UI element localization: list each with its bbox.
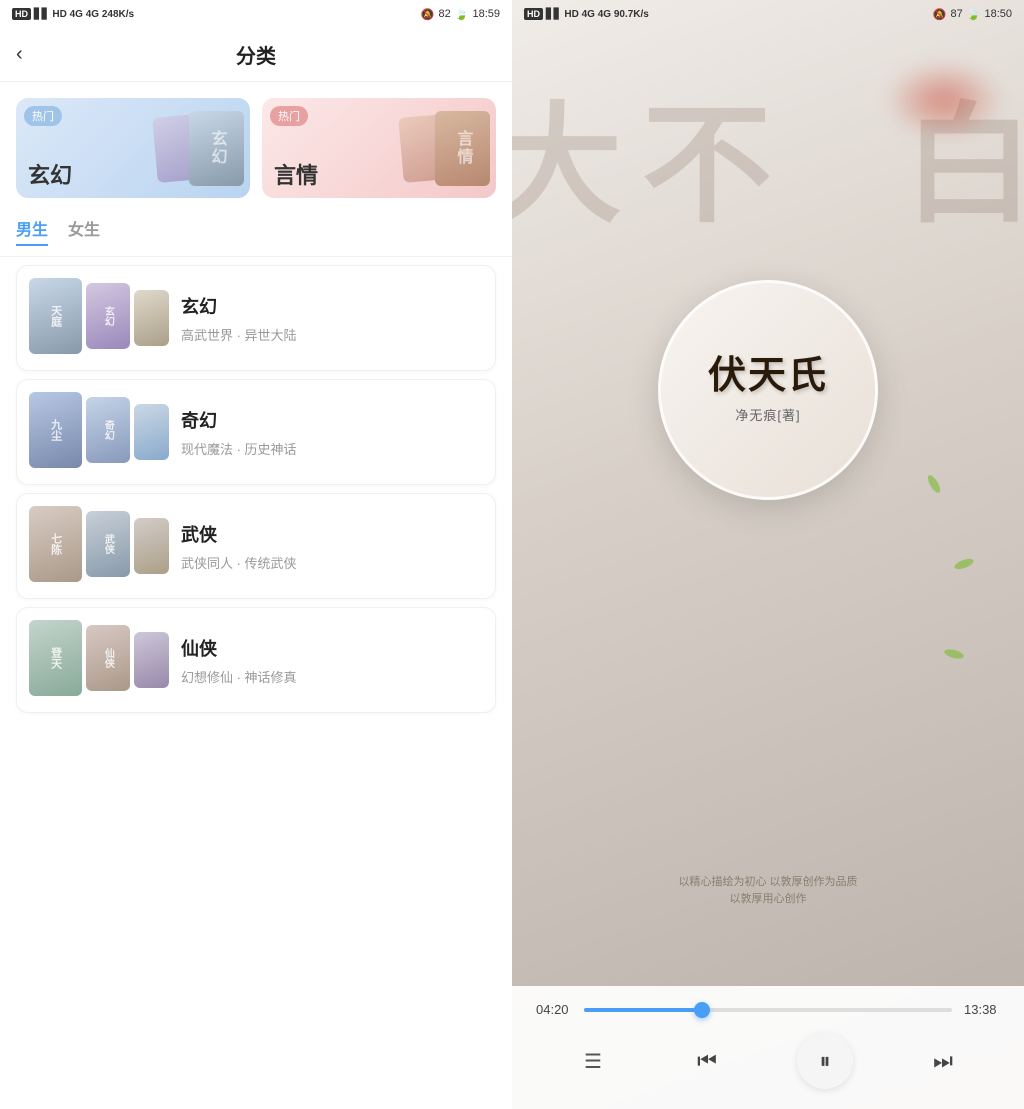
sub-info-line1: 以精心描绘为初心 以敦厚创作为品质 [512, 874, 1024, 892]
book-title: 伏天氏 [708, 356, 828, 398]
player-area: 04:20 13:38 ☰ ⏮ ⏸ ⏭ [512, 986, 1024, 1109]
data-speed: HD 4G 4G 248K/s [52, 9, 134, 20]
xuanhuan-label: 玄幻 [16, 150, 84, 198]
back-button[interactable]: ‹ [16, 43, 23, 66]
cat-info-xuanhuan: 玄幻 高武世界 · 异世大陆 [181, 293, 483, 344]
left-time: 18:59 [472, 8, 500, 20]
yanqing-cover-right: 言情 [435, 111, 490, 186]
book-cover-circle: 伏天氏 净无痕[著] [658, 280, 878, 500]
category-item-xuanhuan[interactable]: 天庭 玄幻 玄幻 高武世界 · 异世大陆 [16, 265, 496, 371]
yanqing-covers: 言情 [396, 98, 496, 198]
cat-covers-xianxia: 登天 仙侠 [29, 620, 169, 700]
progress-fill [584, 1008, 702, 1012]
cat-cover-xx-1: 登天 [29, 620, 82, 696]
prev-icon: ⏮ [697, 1048, 717, 1074]
book-author: 净无痕[著] [735, 405, 800, 424]
bell-icon: 🔕 [421, 8, 435, 21]
cat-cover-qh-2: 奇幻 [86, 397, 129, 463]
right-time: 18:50 [984, 8, 1012, 20]
cat-sub-xuanhuan: 高武世界 · 异世大陆 [181, 325, 483, 344]
hd-badge-r: HD [524, 8, 543, 20]
next-button[interactable]: ⏭ [919, 1037, 967, 1085]
genre-cards-container: 热门 玄幻 玄幻 热门 言情 言情 [0, 82, 512, 206]
tab-female[interactable]: 女生 [68, 216, 100, 246]
page-title: 分类 [236, 40, 276, 69]
cat-cover-xh-3 [134, 290, 169, 346]
gender-tabs: 男生 女生 [0, 206, 512, 257]
cat-cover-wx-1: 七陈 [29, 506, 82, 582]
cat-covers-qihuan: 九尘 奇幻 [29, 392, 169, 472]
cat-sub-xianxia: 幻想修仙 · 神话修真 [181, 667, 483, 686]
xuanhuan-cover-right: 玄幻 [189, 111, 244, 186]
cat-cover-qh-3 [134, 404, 169, 460]
progress-bar[interactable] [584, 1008, 952, 1012]
signal-icon: ▋▋ [34, 9, 49, 20]
progress-dot[interactable] [694, 1002, 710, 1018]
right-status-info: HD ▋▋ HD 4G 4G 90.7K/s [524, 8, 649, 20]
cat-covers-xuanhuan: 天庭 玄幻 [29, 278, 169, 358]
battery-pct: 82 [439, 8, 451, 20]
cat-sub-wuxia: 武侠同人 · 传统武侠 [181, 553, 483, 572]
controls-row: ☰ ⏮ ⏸ ⏭ [536, 1033, 1000, 1089]
playlist-icon: ☰ [584, 1049, 602, 1074]
hot-badge-xuanhuan: 热门 [24, 106, 62, 126]
current-time: 04:20 [536, 1002, 572, 1017]
next-icon: ⏭ [933, 1048, 953, 1074]
cat-name-xuanhuan: 玄幻 [181, 293, 483, 319]
red-splash-decoration [884, 60, 1004, 140]
pause-button[interactable]: ⏸ [797, 1033, 853, 1089]
cat-name-xianxia: 仙侠 [181, 635, 483, 661]
sub-info-line2: 以敦厚用心创作 [512, 891, 1024, 909]
book-sub-info: 以精心描绘为初心 以敦厚创作为品质 以敦厚用心创作 [512, 874, 1024, 909]
left-status-bar: HD ▋▋ HD 4G 4G 248K/s 🔕 82 🍃 18:59 [0, 0, 512, 28]
cat-sub-qihuan: 现代魔法 · 历史神话 [181, 439, 483, 458]
left-panel: HD ▋▋ HD 4G 4G 248K/s 🔕 82 🍃 18:59 ‹ 分类 … [0, 0, 512, 1109]
cat-cover-xx-3 [134, 632, 169, 688]
category-item-wuxia[interactable]: 七陈 武侠 武侠 武侠同人 · 传统武侠 [16, 493, 496, 599]
cat-cover-wx-2: 武侠 [86, 511, 129, 577]
prev-button[interactable]: ⏮ [683, 1037, 731, 1085]
xuanhuan-covers: 玄幻 [150, 98, 250, 198]
signal-icon-r: ▋▋ [546, 9, 561, 20]
left-status-right: 🔕 82 🍃 18:59 [421, 8, 500, 21]
cat-info-wuxia: 武侠 武侠同人 · 传统武侠 [181, 521, 483, 572]
genre-card-xuanhuan[interactable]: 热门 玄幻 玄幻 [16, 98, 250, 198]
cat-name-qihuan: 奇幻 [181, 407, 483, 433]
category-list: 天庭 玄幻 玄幻 高武世界 · 异世大陆 九尘 奇幻 [0, 257, 512, 1109]
right-status-right: 🔕 87 🍃 18:50 [933, 8, 1012, 21]
cat-cover-wx-3 [134, 518, 169, 574]
cat-cover-xh-2: 玄幻 [86, 283, 129, 349]
right-status-bar: HD ▋▋ HD 4G 4G 90.7K/s 🔕 87 🍃 18:50 [512, 0, 1024, 28]
hd-badge: HD [12, 8, 31, 20]
category-item-qihuan[interactable]: 九尘 奇幻 奇幻 现代魔法 · 历史神话 [16, 379, 496, 485]
pause-icon: ⏸ [819, 1048, 830, 1074]
leaf-icon: 🍃 [455, 8, 469, 21]
background [512, 0, 1024, 1109]
yanqing-label: 言情 [262, 150, 330, 198]
cat-cover-qh-1: 九尘 [29, 392, 82, 468]
genre-card-yanqing[interactable]: 热门 言情 言情 [262, 98, 496, 198]
cat-cover-xh-1: 天庭 [29, 278, 82, 354]
hot-badge-yanqing: 热门 [270, 106, 308, 126]
left-status-info: HD ▋▋ HD 4G 4G 248K/s [12, 8, 134, 20]
cat-covers-wuxia: 七陈 武侠 [29, 506, 169, 586]
cat-info-qihuan: 奇幻 现代魔法 · 历史神话 [181, 407, 483, 458]
playlist-button[interactable]: ☰ [569, 1037, 617, 1085]
bell-icon-r: 🔕 [933, 8, 947, 21]
leaf-icon-r: 🍃 [967, 8, 981, 21]
progress-row: 04:20 13:38 [536, 1002, 1000, 1017]
cat-info-xianxia: 仙侠 幻想修仙 · 神话修真 [181, 635, 483, 686]
left-header: ‹ 分类 [0, 28, 512, 82]
tab-male[interactable]: 男生 [16, 216, 48, 246]
cat-cover-xx-2: 仙侠 [86, 625, 129, 691]
right-panel: 大 不 白 HD ▋▋ HD 4G 4G 90.7K/s 🔕 87 🍃 18:5… [512, 0, 1024, 1109]
battery-pct-r: 87 [951, 8, 963, 20]
cat-name-wuxia: 武侠 [181, 521, 483, 547]
right-data-speed: HD 4G 4G 90.7K/s [564, 9, 648, 20]
category-item-xianxia[interactable]: 登天 仙侠 仙侠 幻想修仙 · 神话修真 [16, 607, 496, 713]
total-time: 13:38 [964, 1002, 1000, 1017]
